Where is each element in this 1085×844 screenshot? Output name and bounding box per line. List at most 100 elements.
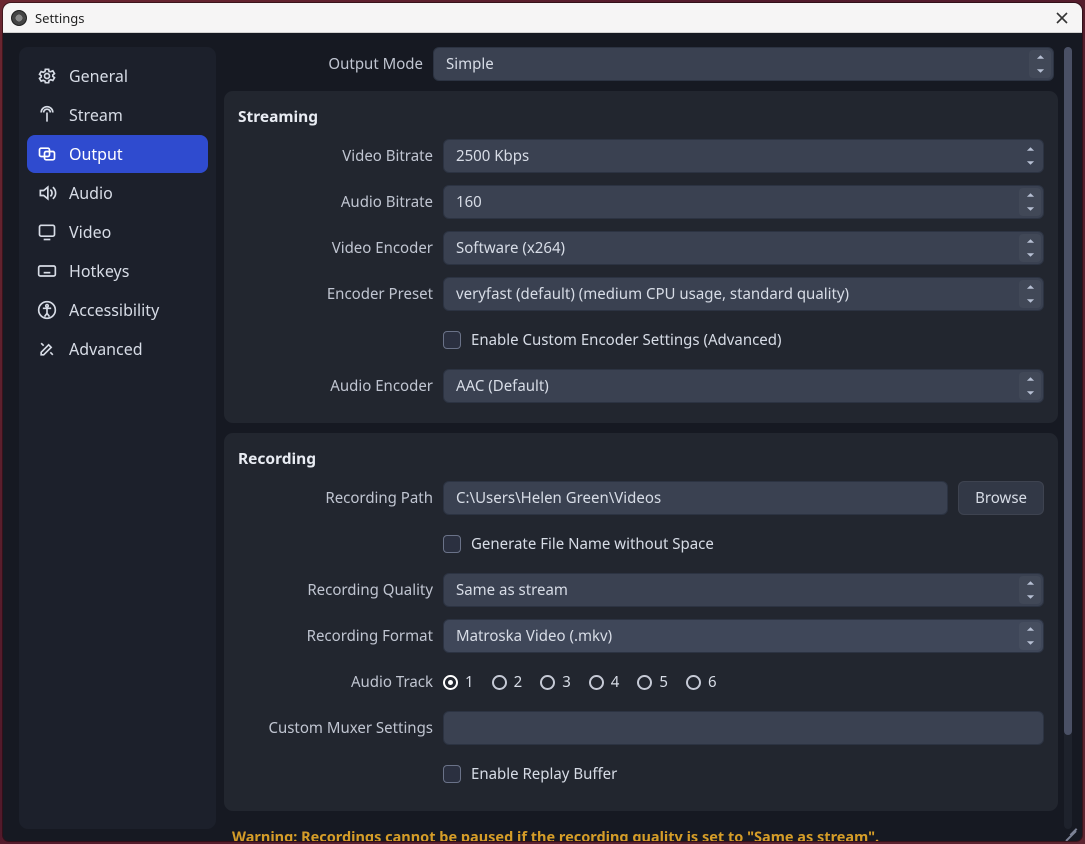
audio-track-radio-label: 1 [465,672,474,692]
spinner-arrows-icon[interactable] [1019,142,1041,170]
settings-window: Settings General Stream Output Audio [3,3,1082,841]
audio-bitrate-select[interactable]: 160 [443,185,1044,219]
browse-button[interactable]: Browse [958,481,1044,515]
sidebar-item-label: Accessibility [69,299,159,321]
settings-content: Output Mode Simple Streaming Video Bitra… [224,47,1072,829]
video-encoder-value: Software (x264) [456,238,565,258]
audio-track-radio-4[interactable]: 4 [589,672,620,692]
recording-format-select[interactable]: Matroska Video (.mkv) [443,619,1044,653]
radio-icon [540,675,555,690]
sidebar-item-hotkeys[interactable]: Hotkeys [27,252,208,290]
audio-track-radio-1[interactable]: 1 [443,672,474,692]
recording-format-label: Recording Format [238,626,433,646]
no-space-label: Generate File Name without Space [471,534,714,554]
replay-buffer-checkbox[interactable]: Enable Replay Buffer [443,764,617,784]
chevron-updown-icon [1029,50,1051,78]
streaming-section: Streaming Video Bitrate 2500 Kbps [224,91,1058,423]
recording-format-value: Matroska Video (.mkv) [456,626,612,646]
sidebar-item-stream[interactable]: Stream [27,96,208,134]
audio-track-radio-label: 5 [659,672,668,692]
video-encoder-label: Video Encoder [238,238,433,258]
audio-track-radio-2[interactable]: 2 [492,672,523,692]
audio-track-radio-6[interactable]: 6 [686,672,717,692]
replay-buffer-label: Enable Replay Buffer [471,764,617,784]
encoder-preset-select[interactable]: veryfast (default) (medium CPU usage, st… [443,277,1044,311]
audio-track-group: 1 2 3 4 5 6 [443,672,717,692]
audio-track-radio-label: 2 [514,672,523,692]
audio-track-radio-3[interactable]: 3 [540,672,571,692]
sidebar-item-general[interactable]: General [27,57,208,95]
recording-path-label: Recording Path [238,488,433,508]
checkbox-icon [443,331,461,349]
no-space-checkbox[interactable]: Generate File Name without Space [443,534,714,554]
sidebar-item-label: Output [69,143,123,165]
audio-track-radio-label: 3 [562,672,571,692]
titlebar: Settings [3,3,1082,33]
gear-icon [37,66,57,86]
recording-path-input[interactable]: C:\Users\Helen Green\Videos [443,481,948,515]
output-mode-select[interactable]: Simple [433,47,1054,81]
sidebar-item-advanced[interactable]: Advanced [27,330,208,368]
video-bitrate-input[interactable]: 2500 Kbps [443,139,1044,173]
recording-quality-select[interactable]: Same as stream [443,573,1044,607]
chevron-updown-icon [1019,280,1041,308]
chevron-updown-icon [1019,576,1041,604]
recording-quality-value: Same as stream [456,580,568,600]
window-title: Settings [35,9,1050,27]
video-bitrate-label: Video Bitrate [238,146,433,166]
keyboard-icon [37,261,57,281]
video-bitrate-value: 2500 Kbps [456,146,529,166]
recording-path-value: C:\Users\Helen Green\Videos [456,488,661,508]
resize-grip-icon[interactable] [1064,823,1080,839]
audio-bitrate-label: Audio Bitrate [238,192,433,212]
scrollbar-thumb[interactable] [1064,47,1072,735]
recording-title: Recording [238,447,1044,469]
chevron-updown-icon [1019,234,1041,262]
speaker-icon [37,183,57,203]
encoder-preset-value: veryfast (default) (medium CPU usage, st… [456,284,849,304]
audio-encoder-value: AAC (Default) [456,376,549,396]
recording-quality-label: Recording Quality [238,580,433,600]
audio-bitrate-value: 160 [456,192,482,212]
radio-icon [637,675,652,690]
audio-track-radio-label: 6 [708,672,717,692]
output-mode-label: Output Mode [228,54,423,74]
radio-icon [443,675,458,690]
enable-custom-encoder-label: Enable Custom Encoder Settings (Advanced… [471,330,781,350]
chevron-updown-icon [1019,622,1041,650]
sidebar-item-audio[interactable]: Audio [27,174,208,212]
accessibility-icon [37,300,57,320]
content-scrollbar[interactable] [1064,47,1072,829]
output-mode-row: Output Mode Simple [224,47,1058,81]
checkbox-icon [443,765,461,783]
output-mode-value: Simple [446,54,494,74]
sidebar-item-accessibility[interactable]: Accessibility [27,291,208,329]
sidebar-item-label: Advanced [69,338,143,360]
browse-button-label: Browse [975,488,1027,508]
sidebar-item-label: Audio [69,182,113,204]
audio-track-radio-5[interactable]: 5 [637,672,668,692]
app-logo-icon [11,10,27,26]
radio-icon [492,675,507,690]
video-encoder-select[interactable]: Software (x264) [443,231,1044,265]
antenna-icon [37,105,57,125]
muxer-label: Custom Muxer Settings [238,718,433,738]
sidebar-item-label: Hotkeys [69,260,129,282]
encoder-preset-label: Encoder Preset [238,284,433,304]
checkbox-icon [443,535,461,553]
recording-section: Recording Recording Path C:\Users\Helen … [224,433,1058,811]
streaming-title: Streaming [238,105,1044,127]
audio-encoder-select[interactable]: AAC (Default) [443,369,1044,403]
radio-icon [589,675,604,690]
audio-track-radio-label: 4 [611,672,620,692]
sidebar-item-output[interactable]: Output [27,135,208,173]
audio-track-label: Audio Track [238,672,433,692]
radio-icon [686,675,701,690]
sidebar-item-video[interactable]: Video [27,213,208,251]
window-close-button[interactable] [1050,6,1074,30]
tools-icon [37,339,57,359]
muxer-input[interactable] [443,711,1044,745]
chevron-updown-icon [1019,188,1041,216]
warning-text: Warning: Recordings cannot be paused if … [224,821,1058,841]
enable-custom-encoder-checkbox[interactable]: Enable Custom Encoder Settings (Advanced… [443,330,781,350]
